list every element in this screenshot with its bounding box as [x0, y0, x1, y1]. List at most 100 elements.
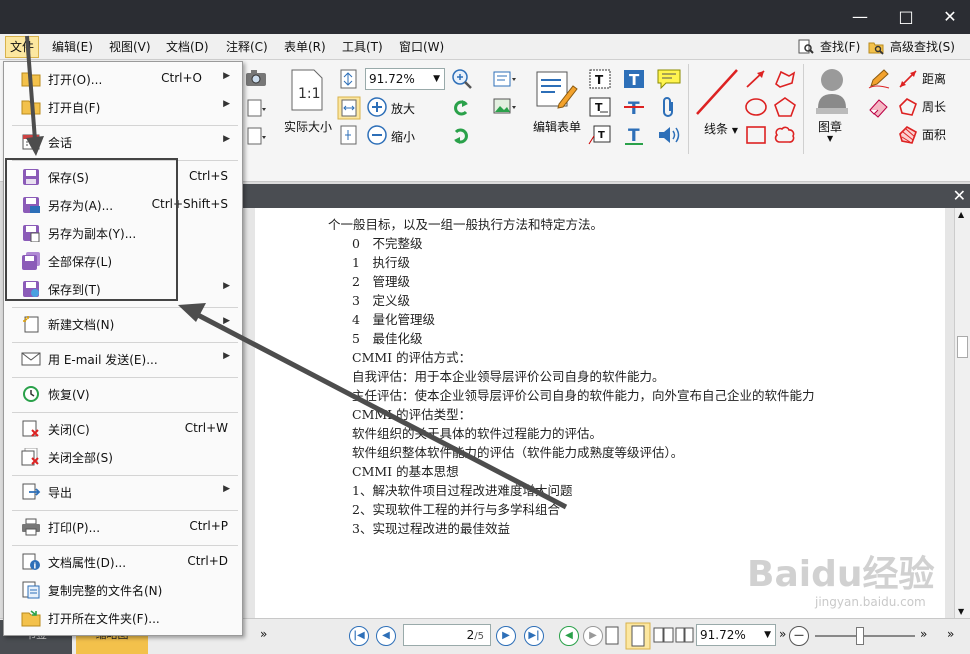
textbox-icon[interactable]: T [588, 96, 612, 118]
stamp-label[interactable]: 图章 [818, 118, 842, 135]
menu-comment[interactable]: 注释(C) [226, 38, 268, 57]
perimeter-label[interactable]: 周长 [922, 98, 946, 115]
menu-form[interactable]: 表单(R) [284, 38, 326, 57]
ellipse-tool-icon[interactable] [744, 96, 768, 118]
chevron-double-down-icon[interactable]: » [260, 627, 267, 641]
scrollbar-thumb[interactable] [957, 336, 968, 358]
note-icon[interactable] [656, 68, 682, 90]
minimize-button[interactable]: — [848, 6, 872, 28]
menu-item-open-folder[interactable]: 打开所在文件夹(F)... [4, 605, 242, 631]
scroll-down-icon[interactable]: ▼ [958, 607, 964, 616]
menu-item-revert[interactable]: 恢复(V) [4, 381, 242, 407]
scroll-up-icon[interactable]: ▲ [958, 210, 964, 219]
continuous-page-icon[interactable] [625, 622, 651, 650]
zoom-out-label[interactable]: 缩小 [391, 128, 415, 145]
area-label[interactable]: 面积 [922, 126, 946, 143]
first-page-button[interactable]: |◀ [349, 626, 369, 646]
chevron-double-down-icon[interactable]: » [779, 627, 786, 641]
menu-window[interactable]: 窗口(W) [399, 38, 444, 57]
distance-label[interactable]: 距离 [922, 70, 946, 87]
menu-edit[interactable]: 编辑(E) [52, 38, 93, 57]
close-window-button[interactable]: ✕ [938, 6, 962, 28]
perimeter-icon[interactable] [897, 96, 919, 118]
next-page-button[interactable]: ▶ [496, 626, 516, 646]
sound-icon[interactable] [656, 124, 682, 146]
actual-size-icon[interactable]: 1:1 [289, 68, 325, 112]
advanced-find-button[interactable]: 高级查找(S) [868, 36, 955, 58]
zoom-slider-track[interactable] [815, 635, 915, 637]
continuous-facing-icon[interactable] [675, 625, 695, 647]
zoom-in-label[interactable]: 放大 [391, 100, 415, 117]
save-group-highlight-box [5, 158, 178, 301]
page-icon[interactable] [246, 98, 268, 118]
polygon-tool-icon[interactable] [773, 96, 797, 118]
status-zoom-combo[interactable]: 91.72% ▼ [696, 624, 776, 646]
strikeout-icon[interactable]: T [622, 96, 646, 118]
menu-item-email[interactable]: 用 E-mail 发送(E)... ▶ [4, 346, 242, 372]
vertical-scrollbar[interactable]: ▲ ▼ [954, 208, 970, 618]
document-view[interactable]: 个一般目标，以及一组一般执行方法和特定方法。 0 不完整级 1 执行级 2 管理… [243, 208, 970, 618]
underline-icon[interactable]: T [622, 124, 646, 146]
menu-view[interactable]: 视图(V) [109, 38, 151, 57]
fit-width-icon[interactable] [337, 96, 361, 120]
eraser-icon[interactable] [867, 96, 891, 118]
polyline-tool-icon[interactable] [773, 68, 797, 90]
fit-visible-icon[interactable] [339, 124, 359, 146]
menu-item-new-document[interactable]: 新建文档(N) ▶ [4, 311, 242, 337]
menu-item-close[interactable]: 关闭(C) Ctrl+W [4, 416, 242, 442]
image-field-icon[interactable] [492, 96, 518, 118]
zoom-out-status-button[interactable]: — [789, 626, 809, 646]
rectangle-tool-icon[interactable] [744, 124, 768, 146]
menu-item-open-from[interactable]: 打开自(F) ▶ [4, 94, 242, 120]
menu-item-properties[interactable]: i 文档属性(D)... Ctrl+D [4, 549, 242, 575]
last-page-button[interactable]: ▶| [524, 626, 544, 646]
line-tool-icon[interactable] [693, 66, 741, 118]
go-back-button[interactable]: ◀ [559, 626, 579, 646]
menu-document[interactable]: 文档(D) [166, 38, 209, 57]
snapshot-icon[interactable] [244, 68, 268, 88]
menu-file[interactable]: 文件 [5, 36, 40, 58]
find-button[interactable]: 查找(F) [798, 36, 860, 58]
single-page-icon[interactable] [603, 625, 621, 647]
zoom-tool-icon[interactable] [450, 68, 474, 90]
close-document-icon[interactable]: ✕ [953, 186, 966, 206]
rotate-left-icon[interactable] [450, 98, 472, 118]
stamp-icon[interactable] [812, 64, 852, 116]
actual-size-label[interactable]: 实际大小 [284, 118, 332, 135]
maximize-button[interactable]: □ [894, 6, 918, 28]
menu-tools[interactable]: 工具(T) [342, 38, 383, 57]
fit-page-icon[interactable] [339, 68, 359, 90]
menu-item-print[interactable]: 打印(P)... Ctrl+P [4, 514, 242, 540]
attachment-icon[interactable] [660, 96, 678, 118]
chevron-double-down-icon[interactable]: » [920, 627, 927, 641]
menu-item-copy-filename[interactable]: 复制完整的文件名(N) [4, 577, 242, 603]
callout-icon[interactable]: T [588, 124, 612, 146]
cloud-tool-icon[interactable] [773, 124, 797, 146]
menu-item-export[interactable]: 导出 ▶ [4, 479, 242, 505]
zoom-in-icon[interactable] [366, 96, 388, 118]
go-forward-button[interactable]: ▶ [583, 626, 603, 646]
text-field-icon[interactable] [492, 68, 518, 90]
previous-page-button[interactable]: ◀ [376, 626, 396, 646]
zoom-out-icon[interactable] [366, 124, 388, 146]
arrow-tool-icon[interactable] [744, 68, 768, 90]
facing-page-icon[interactable] [653, 625, 675, 647]
text-highlight-icon[interactable]: T [622, 68, 646, 90]
menu-item-close-all[interactable]: 关闭全部(S) [4, 444, 242, 470]
distance-icon[interactable] [897, 68, 919, 90]
edit-form-label[interactable]: 编辑表单 [533, 118, 581, 135]
page-number-field[interactable]: 2/5 [403, 624, 491, 646]
rotate-right-icon[interactable] [450, 126, 472, 146]
pencil-icon[interactable] [867, 68, 891, 90]
menu-item-session[interactable]: 会话 ▶ [4, 129, 242, 155]
line-tool-label[interactable]: 线条 ▼ [704, 120, 738, 137]
chevron-double-down-icon[interactable]: » [947, 627, 954, 641]
area-icon[interactable] [897, 124, 919, 146]
select-text-icon[interactable] [246, 126, 268, 146]
typewriter-icon[interactable]: T [588, 68, 612, 90]
edit-form-icon[interactable] [535, 68, 579, 112]
zoom-slider-thumb[interactable] [856, 627, 864, 645]
zoom-combo[interactable]: 91.72% ▼ [365, 68, 445, 90]
menu-item-open[interactable]: 打开(O)... Ctrl+O ▶ [4, 66, 242, 92]
chevron-down-icon[interactable]: ▼ [827, 134, 833, 143]
